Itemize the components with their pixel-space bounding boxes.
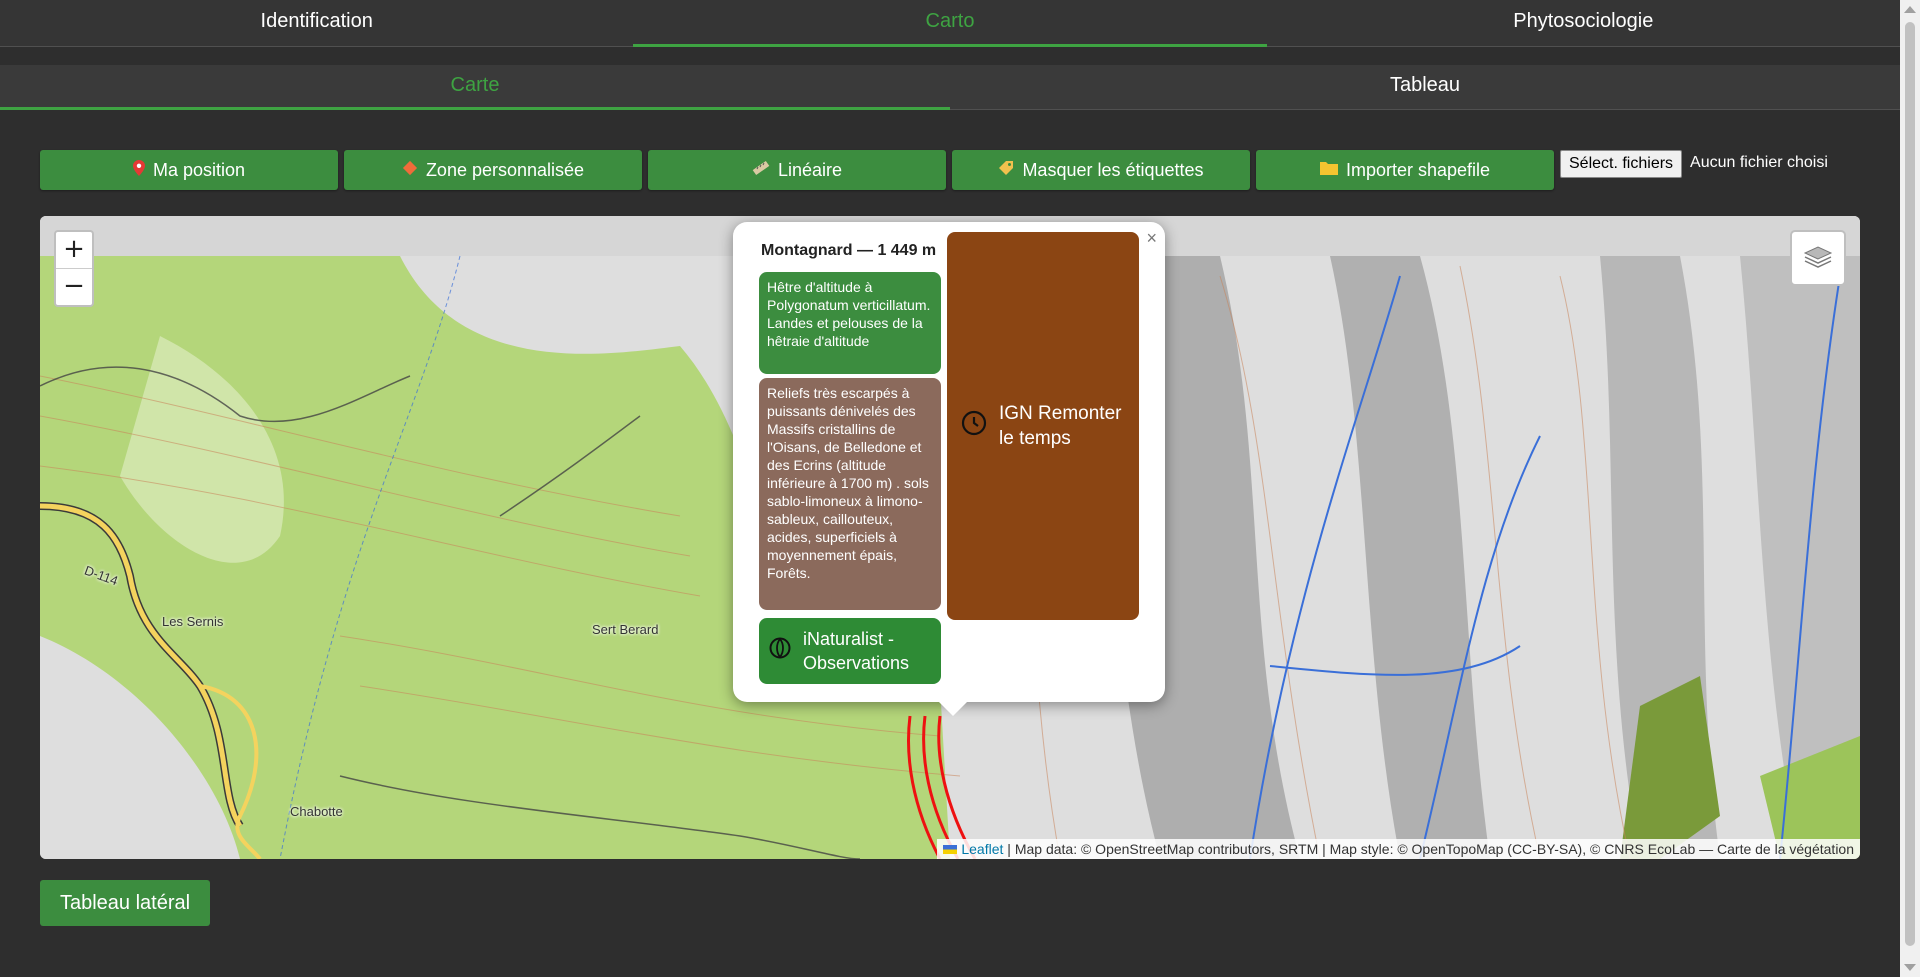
tab-identification[interactable]: Identification [0, 0, 633, 46]
lineaire-label: Linéaire [777, 159, 843, 180]
inaturalist-label: iNaturalist - Observations [803, 629, 910, 673]
leaflet-link[interactable]: Leaflet [961, 841, 1003, 857]
tab-carte[interactable]: Carte [0, 65, 950, 110]
pin-icon [132, 159, 145, 181]
soil-text: Reliefs très escarpés à puissants dénive… [767, 385, 929, 581]
layers-control-button[interactable] [1790, 230, 1846, 286]
file-status: Aucun fichier choisi [1690, 154, 1828, 171]
zone-label: Zone personnalisée [425, 159, 585, 180]
masquer-etiquettes-button[interactable]: Masquer les étiquettes [952, 150, 1250, 190]
vegetation-text: Hêtre d'altitude à Polygonatum verticill… [767, 279, 931, 349]
masquer-label: Masquer les étiquettes [1022, 159, 1204, 180]
page-scrollbar[interactable] [1900, 0, 1920, 977]
vegetation-card: Hêtre d'altitude à Polygonatum verticill… [759, 272, 941, 374]
scroll-up-arrow-icon[interactable] [1904, 6, 1916, 13]
ruler-icon [752, 160, 770, 181]
attribution-text: | Map data: © OpenStreetMap contributors… [1007, 841, 1854, 857]
folder-icon [1319, 160, 1338, 180]
ign-label: IGN Remonter le temps [999, 403, 1122, 449]
tab-tableau[interactable]: Tableau [950, 65, 1900, 109]
popup-close-button[interactable]: × [1146, 228, 1157, 249]
map-attribution: Leaflet | Map data: © OpenStreetMap cont… [937, 839, 1860, 859]
zoom-out-button[interactable]: − [56, 268, 92, 305]
select-files-button[interactable]: Sélect. fichiers [1560, 150, 1683, 178]
importer-label: Importer shapefile [1345, 159, 1491, 180]
ign-remonter-le-temps-button[interactable]: IGN Remonter le temps [947, 232, 1139, 620]
leaf-icon [769, 637, 791, 665]
scroll-down-arrow-icon[interactable] [1904, 964, 1916, 971]
place-label-les-sernis: Les Sernis [162, 614, 224, 629]
map-toolbar: Ma position Zone personnalisée Linéaire … [40, 150, 1828, 190]
popup-title: Montagnard — 1 449 m [761, 242, 937, 259]
ma-position-label: Ma position [152, 159, 246, 180]
ma-position-button[interactable]: Ma position [40, 150, 338, 190]
place-label-chabotte: Chabotte [290, 804, 343, 819]
tableau-lateral-button[interactable]: Tableau latéral [40, 880, 210, 926]
tab-phytosociologie[interactable]: Phytosociologie [1267, 0, 1900, 46]
tab-carto[interactable]: Carto [633, 0, 1267, 47]
diamond-icon [402, 160, 418, 181]
zone-personnalisee-button[interactable]: Zone personnalisée [344, 150, 642, 190]
place-label-sert-berard: Sert Berard [592, 622, 659, 637]
inaturalist-button[interactable]: iNaturalist - Observations [759, 618, 941, 684]
map-popup: × Montagnard — 1 449 m Hêtre d'altitude … [733, 222, 1165, 716]
importer-shapefile-button[interactable]: Importer shapefile [1256, 150, 1554, 190]
scrollbar-thumb[interactable] [1905, 22, 1915, 946]
leaflet-flag-icon [943, 841, 961, 857]
zoom-control: + − [54, 230, 94, 307]
main-tabs: Identification Carto Phytosociologie [0, 0, 1900, 47]
lineaire-button[interactable]: Linéaire [648, 150, 946, 190]
zoom-in-button[interactable]: + [56, 232, 92, 268]
soil-card: Reliefs très escarpés à puissants dénive… [759, 378, 941, 610]
layers-icon [1803, 241, 1833, 276]
clock-icon [961, 410, 987, 443]
tag-icon [998, 160, 1014, 181]
sub-tabs: Carte Tableau [0, 65, 1900, 110]
